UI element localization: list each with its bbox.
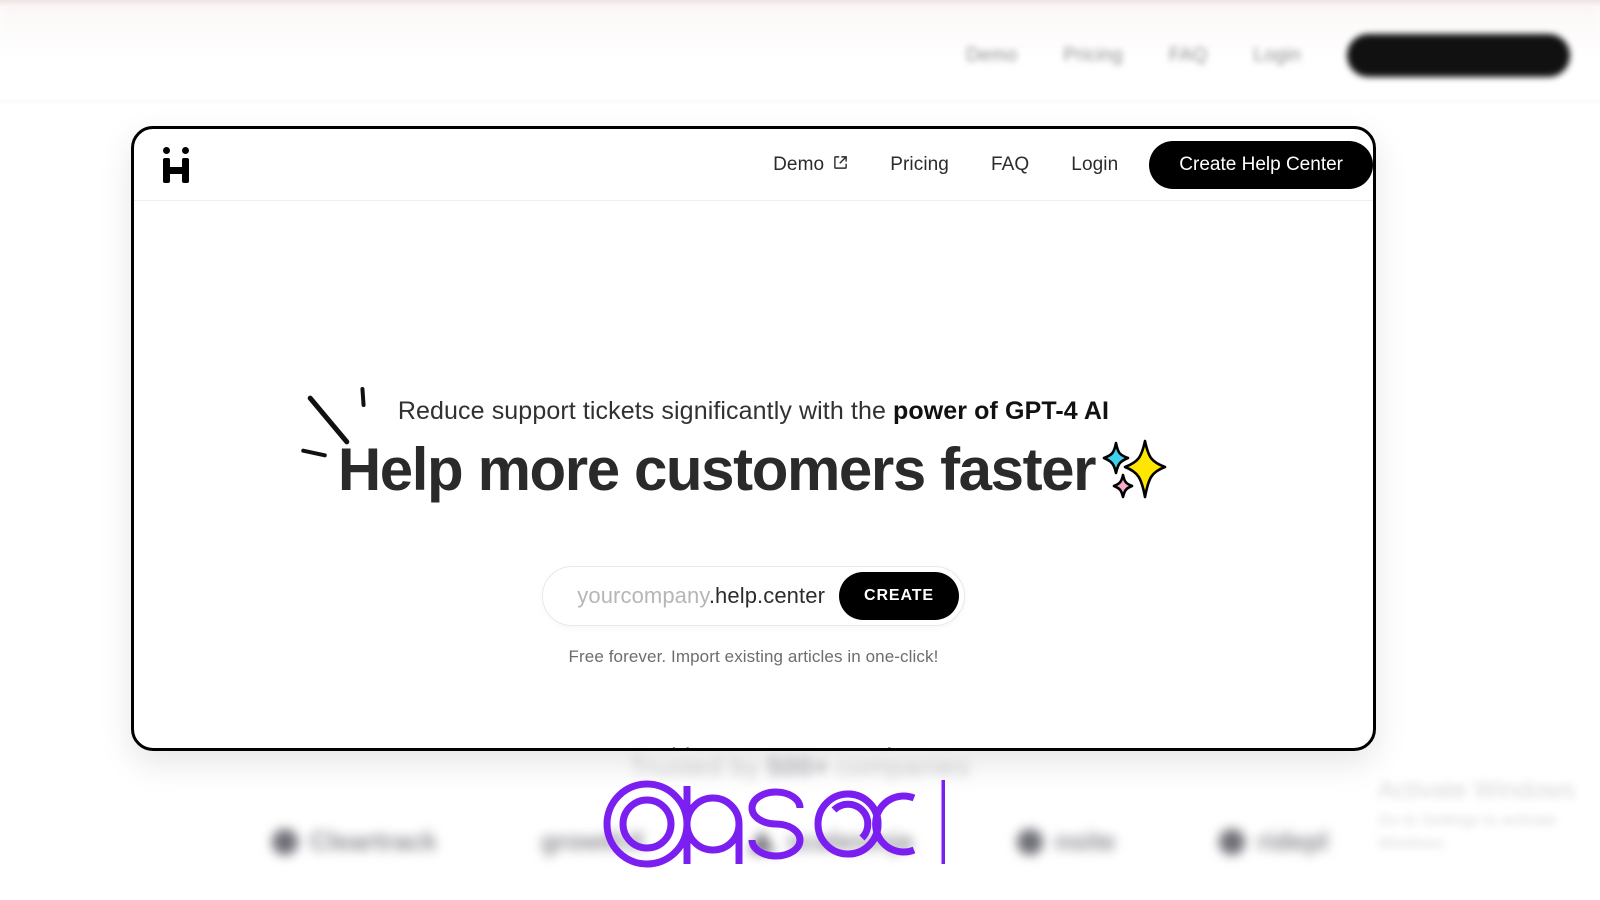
background-trusted-by-text: Trusted by 500+ companies: [0, 752, 1600, 783]
nav-item-pricing[interactable]: Pricing: [869, 154, 970, 176]
external-link-icon: [833, 154, 848, 176]
background-client-logo-strip: Cleartrack growthX scaleninja nsite ride…: [0, 826, 1600, 857]
background-header-divider: [0, 101, 1600, 102]
hero-eyebrow-plain: Reduce support tickets significantly wit…: [397, 397, 894, 425]
nav-item-label: Login: [1071, 154, 1119, 175]
nav-item-label: FAQ: [990, 154, 1030, 175]
logo-dot-right: [182, 146, 189, 154]
background-client-logo: scaleninja: [748, 826, 913, 857]
background-client-logo: ridepl: [1219, 826, 1328, 857]
brand-logo-icon[interactable]: [161, 146, 195, 183]
social-proof-text: Trusted by 500+ companies: [134, 743, 1373, 748]
background-client-logo: growthX: [541, 826, 645, 857]
page-title: Help more customers faster: [134, 435, 1373, 504]
hero-eyebrow-bold: power of GPT-4 AI: [893, 397, 1110, 425]
background-nav-item-login: Login: [1253, 44, 1301, 66]
background-activate-title: Activate Windows: [1378, 776, 1576, 804]
background-logo-mark-icon: [1016, 828, 1043, 855]
hero-subnote: Free forever. Import existing articles i…: [568, 647, 939, 666]
background-client-logo-label: scaleninja: [786, 826, 913, 856]
domain-input-placeholder: yourcompany: [577, 583, 709, 608]
background-logo-triangle-icon: [748, 830, 775, 853]
background-create-help-center-button: Create Help Center: [1346, 34, 1570, 77]
nav-item-label: Demo: [773, 154, 825, 175]
screenshot-root: Demo Pricing FAQ Login Create Help Cente…: [0, 0, 1600, 900]
background-client-logo: Cleartrack: [271, 826, 437, 857]
domain-input-display[interactable]: yourcompany.help.center: [577, 583, 825, 609]
nav-item-login[interactable]: Login: [1050, 154, 1139, 176]
social-proof-prefix: Trusted by: [586, 743, 721, 748]
nav-item-demo[interactable]: Demo: [752, 154, 869, 176]
background-nav-item-faq: FAQ: [1168, 44, 1208, 66]
hero-eyebrow: Reduce support tickets significantly wit…: [134, 397, 1373, 426]
background-client-logo-label: ridepl: [1257, 826, 1329, 856]
logo-dot-left: [163, 146, 170, 154]
background-trusted-count: 500+: [767, 752, 830, 782]
sparkles-icon: [1093, 437, 1169, 503]
domain-input-wrapper[interactable]: yourcompany.help.center CREATE: [542, 566, 965, 626]
domain-suffix-label: .help.center: [708, 583, 825, 608]
background-activate-subtitle: Go to Settings to activate Windows.: [1378, 812, 1557, 852]
background-nav-item-pricing: Pricing: [1063, 44, 1123, 66]
landing-page-card: Demo Pricing FAQ Login Create Help Cente…: [131, 126, 1376, 751]
site-header: Demo Pricing FAQ Login Create Help Cente…: [134, 129, 1373, 201]
nav-item-faq[interactable]: FAQ: [970, 154, 1050, 176]
background-client-logo-label: nsite: [1054, 826, 1116, 856]
background-logo-mark-icon: [1219, 828, 1246, 855]
social-proof-suffix: companies: [782, 743, 921, 748]
hero-section: Reduce support tickets significantly wit…: [134, 201, 1373, 748]
background-logo-mark-icon: [271, 828, 298, 855]
background-trusted-prefix: Trusted by: [629, 752, 768, 782]
domain-form-row: yourcompany.help.center CREATE: [134, 566, 1373, 626]
create-button[interactable]: CREATE: [839, 572, 959, 620]
background-navbar: Demo Pricing FAQ Login Create Help Cente…: [966, 34, 1570, 77]
social-proof-count: 500+: [721, 743, 782, 748]
create-help-center-button[interactable]: Create Help Center: [1149, 141, 1373, 189]
main-navigation: Demo Pricing FAQ Login Create Help Cente…: [752, 129, 1373, 201]
background-top-gradient: [0, 0, 1600, 6]
logo-crossbar: [163, 166, 189, 174]
background-windows-activation-watermark: Activate Windows Go to Settings to activ…: [1378, 775, 1600, 855]
background-nav-item-demo: Demo: [965, 44, 1018, 66]
hero-headline-text: Help more customers faster: [337, 436, 1097, 503]
background-client-logo-label: growthX: [540, 826, 645, 856]
nav-item-label: Pricing: [890, 154, 949, 175]
background-client-logo: nsite: [1016, 826, 1116, 857]
background-trusted-suffix: companies: [829, 752, 971, 782]
background-client-logo-label: Cleartrack: [309, 826, 437, 856]
